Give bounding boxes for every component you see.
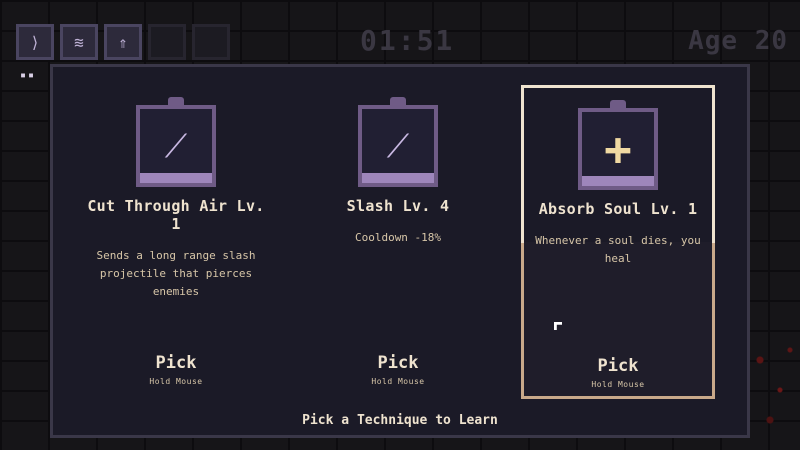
pick-button[interactable]: Pick: [79, 353, 273, 373]
technique-selection-panel: ⟋ Cut Through Air Lv. 1 Sends a long ran…: [50, 64, 750, 438]
game-timer: 01:51: [360, 24, 455, 57]
technique-name: Slash Lv. 4: [346, 197, 450, 215]
hold-mouse-hint: Hold Mouse: [149, 377, 203, 386]
slash-projectile-icon: ⟋: [136, 105, 216, 187]
slash-skill-icon: ⟩: [30, 32, 40, 52]
technique-description: Cooldown -18%: [354, 231, 442, 244]
heal-cross-icon: +: [578, 108, 658, 190]
skill-slot-3: ⇑: [104, 24, 142, 60]
hold-mouse-hint: Hold Mouse: [591, 380, 645, 389]
technique-card-cut-through-air[interactable]: ⟋ Cut Through Air Lv. 1 Sends a long ran…: [79, 85, 273, 399]
skill-slot-2: ≋: [60, 24, 98, 60]
skill-slot-bar: ⟩ ≋ ⇑: [16, 24, 230, 60]
technique-icon-frame: ⟋: [358, 97, 438, 193]
icon-frame-tab: [610, 100, 626, 108]
status-dots: ▪▪: [20, 70, 37, 81]
icon-frame-tab: [390, 97, 406, 105]
technique-icon-frame: ⟋: [136, 97, 216, 193]
panel-instruction: Pick a Technique to Learn: [302, 413, 498, 428]
technique-card-absorb-soul[interactable]: + Absorb Soul Lv. 1 Whenever a soul dies…: [521, 85, 715, 399]
technique-card-slash[interactable]: ⟋ Slash Lv. 4 Cooldown -18% Pick Hold Mo…: [301, 85, 495, 399]
pick-button[interactable]: Pick: [301, 353, 495, 373]
hold-mouse-hint: Hold Mouse: [371, 377, 425, 386]
skill-slot-5: [192, 24, 230, 60]
technique-name: Cut Through Air Lv. 1: [87, 197, 265, 233]
technique-icon-frame: +: [578, 100, 658, 196]
slash-icon: ⟋: [358, 105, 438, 187]
age-counter: Age 20: [688, 26, 788, 56]
wing-skill-icon: ≋: [74, 32, 84, 52]
arrow-up-skill-icon: ⇑: [118, 32, 128, 52]
skill-slot-4: [148, 24, 186, 60]
skill-slot-1: ⟩: [16, 24, 54, 60]
technique-name: Absorb Soul Lv. 1: [538, 200, 698, 218]
technique-description: Sends a long range slash projectile that…: [96, 249, 256, 298]
pick-button[interactable]: Pick: [524, 356, 712, 376]
icon-frame-tab: [168, 97, 184, 105]
